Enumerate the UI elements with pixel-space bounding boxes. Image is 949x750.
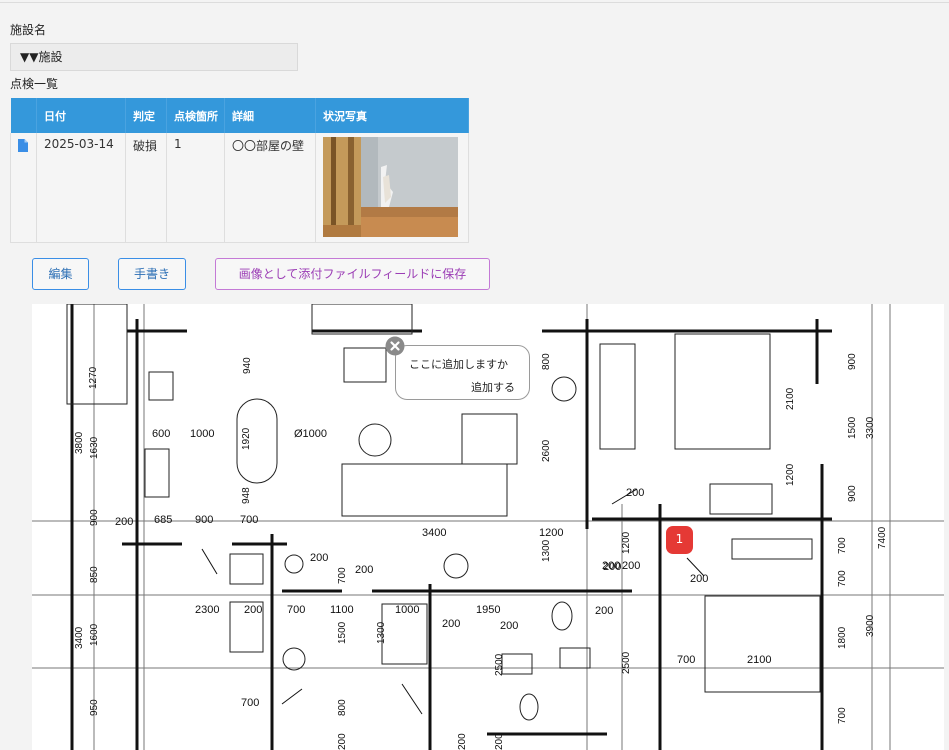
svg-text:2100: 2100 xyxy=(747,654,771,666)
svg-text:200: 200 xyxy=(595,605,613,617)
svg-text:900: 900 xyxy=(847,485,858,502)
svg-text:200: 200 xyxy=(355,564,373,576)
svg-text:700: 700 xyxy=(241,697,259,709)
col-header-detail[interactable]: 詳細 xyxy=(224,98,316,133)
svg-text:948: 948 xyxy=(241,487,252,504)
svg-text:700: 700 xyxy=(337,567,348,584)
cell-date: 2025-03-14 xyxy=(36,133,126,243)
svg-text:2300: 2300 xyxy=(195,604,219,616)
svg-text:3300: 3300 xyxy=(865,416,876,439)
svg-text:700: 700 xyxy=(837,707,848,724)
popup-question: ここに追加しますか xyxy=(409,358,508,371)
svg-text:950: 950 xyxy=(89,699,100,716)
inspection-table: 日付 判定 点検箇所 詳細 状況写真 2025-03-14 破損 1 〇〇部屋の… xyxy=(10,98,469,243)
col-header-judgement[interactable]: 判定 xyxy=(125,98,167,133)
svg-text:2500: 2500 xyxy=(621,651,632,674)
row-detail-link[interactable] xyxy=(10,133,37,243)
svg-text:3900: 3900 xyxy=(865,614,876,637)
svg-text:685: 685 xyxy=(154,514,172,526)
svg-text:200: 200 xyxy=(602,560,620,572)
svg-text:2500: 2500 xyxy=(494,653,505,676)
popup-add-link[interactable]: 追加する xyxy=(471,379,515,395)
col-header-photo[interactable]: 状況写真 xyxy=(315,98,469,133)
svg-text:3400: 3400 xyxy=(422,527,446,539)
svg-text:200: 200 xyxy=(494,733,505,750)
table-row[interactable]: 2025-03-14 破損 1 〇〇部屋の壁 xyxy=(10,133,469,243)
cell-detail: 〇〇部屋の壁 xyxy=(224,133,316,243)
svg-text:7400: 7400 xyxy=(877,526,888,549)
svg-text:1630: 1630 xyxy=(89,436,100,459)
svg-text:1200: 1200 xyxy=(621,531,632,554)
svg-text:200: 200 xyxy=(244,604,262,616)
facility-select[interactable]: ▼▼施設 xyxy=(10,43,298,71)
inspection-pin-marker[interactable]: 1 xyxy=(666,526,693,554)
svg-text:1000: 1000 xyxy=(395,604,419,616)
add-here-popup: ここに追加しますか 追加する xyxy=(395,345,530,400)
svg-text:1300: 1300 xyxy=(541,539,552,562)
svg-text:1950: 1950 xyxy=(476,604,500,616)
svg-text:200: 200 xyxy=(442,618,460,630)
svg-text:2100: 2100 xyxy=(785,387,796,410)
close-icon[interactable] xyxy=(385,336,405,356)
svg-text:200: 200 xyxy=(500,620,518,632)
inspection-list-label: 点検一覧 xyxy=(10,77,59,91)
col-header-icon xyxy=(10,98,37,133)
cell-photo xyxy=(315,133,469,243)
svg-text:940: 940 xyxy=(242,357,253,374)
svg-text:900: 900 xyxy=(195,514,213,526)
svg-text:900: 900 xyxy=(847,353,858,370)
svg-text:3400: 3400 xyxy=(74,626,85,649)
document-icon[interactable] xyxy=(18,139,28,152)
svg-text:200: 200 xyxy=(115,516,133,528)
svg-text:1200: 1200 xyxy=(539,527,563,539)
svg-text:1800: 1800 xyxy=(837,626,848,649)
cell-judgement: 破損 xyxy=(125,133,167,243)
table-header-row: 日付 判定 点検箇所 詳細 状況写真 xyxy=(10,98,469,133)
svg-text:3800: 3800 xyxy=(74,431,85,454)
svg-text:2600: 2600 xyxy=(541,439,552,462)
svg-text:200: 200 xyxy=(457,733,468,750)
svg-text:700: 700 xyxy=(677,654,695,666)
cell-location: 1 xyxy=(166,133,225,243)
svg-text:200: 200 xyxy=(690,573,708,585)
svg-text:200: 200 xyxy=(622,560,640,572)
svg-text:600: 600 xyxy=(152,428,170,440)
handwrite-button[interactable]: 手書き xyxy=(118,258,186,290)
svg-text:800: 800 xyxy=(337,699,348,716)
svg-text:1000: 1000 xyxy=(190,428,214,440)
svg-text:700: 700 xyxy=(240,514,258,526)
svg-text:700: 700 xyxy=(837,570,848,587)
edit-button[interactable]: 編集 xyxy=(32,258,89,290)
save-as-image-button[interactable]: 画像として添付ファイルフィールドに保存 xyxy=(215,258,490,290)
facility-label: 施設名 xyxy=(10,23,47,37)
svg-text:700: 700 xyxy=(837,537,848,554)
svg-text:1920: 1920 xyxy=(241,427,252,450)
svg-text:200: 200 xyxy=(310,552,328,564)
svg-text:1500: 1500 xyxy=(847,416,858,439)
svg-text:1500: 1500 xyxy=(337,621,348,644)
svg-text:1300: 1300 xyxy=(376,621,387,644)
svg-text:900: 900 xyxy=(89,509,100,526)
status-photo-thumbnail[interactable] xyxy=(323,137,458,237)
svg-text:Ø1000: Ø1000 xyxy=(294,428,327,440)
svg-text:700: 700 xyxy=(287,604,305,616)
col-header-location[interactable]: 点検箇所 xyxy=(166,98,225,133)
svg-text:1200: 1200 xyxy=(785,463,796,486)
svg-text:200: 200 xyxy=(626,487,644,499)
top-divider xyxy=(0,2,949,3)
svg-text:800: 800 xyxy=(541,353,552,370)
svg-text:1100: 1100 xyxy=(330,604,354,616)
svg-text:200: 200 xyxy=(337,733,348,750)
svg-text:1270: 1270 xyxy=(88,366,99,389)
svg-text:1600: 1600 xyxy=(89,623,100,646)
svg-text:850: 850 xyxy=(89,566,100,583)
col-header-date[interactable]: 日付 xyxy=(36,98,126,133)
